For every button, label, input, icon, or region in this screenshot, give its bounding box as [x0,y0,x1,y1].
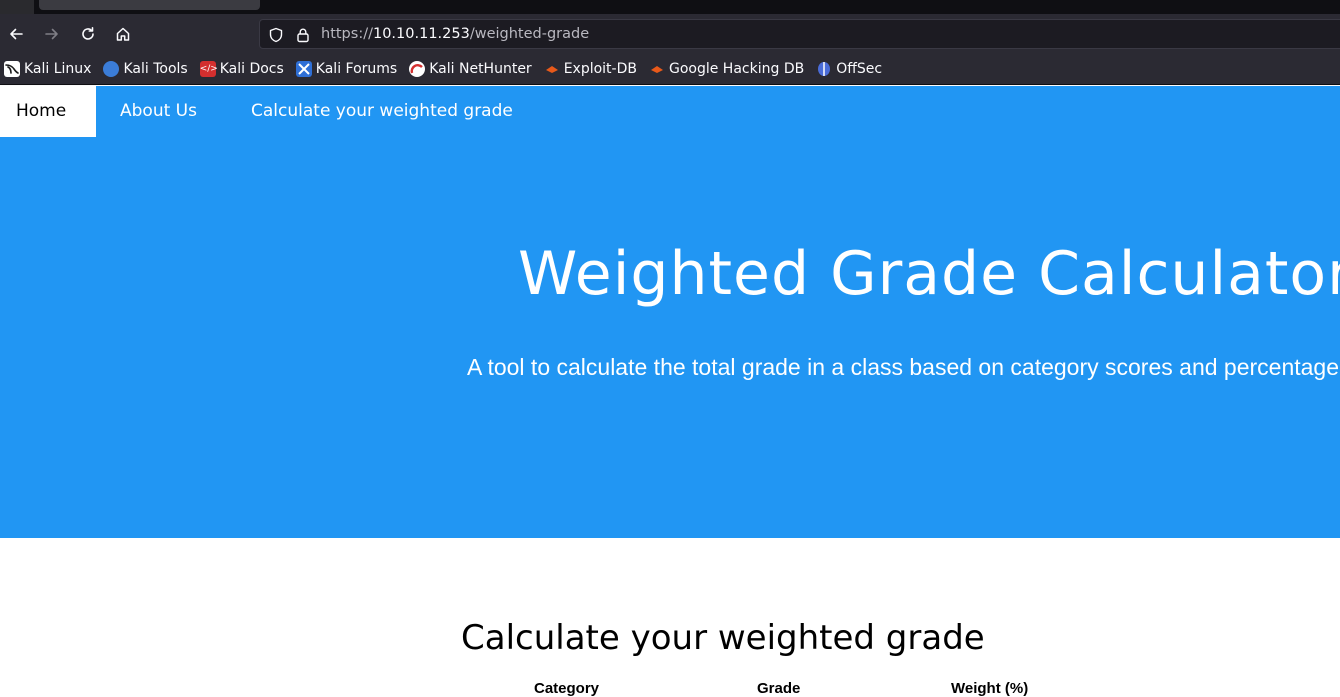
back-button[interactable] [3,21,29,47]
forward-button[interactable] [39,21,65,47]
bookmark-label: Kali NetHunter [429,61,532,77]
bookmark-kali-forums[interactable]: Kali Forums [295,61,398,77]
bookmark-exploit-db[interactable]: Exploit-DB [544,61,637,77]
bookmark-kali-linux[interactable]: Kali Linux [4,61,91,77]
home-icon [116,27,130,41]
bookmarks-toolbar: Kali Linux Kali Tools </> Kali Docs Kali… [0,54,1340,85]
bookmark-label: Kali Forums [315,61,398,77]
exploit-db-icon [544,61,560,77]
url-text[interactable]: https://10.10.11.253/weighted-grade [321,26,589,42]
browser-tab-active[interactable] [39,0,260,10]
bookmark-label: Kali Docs [219,61,284,77]
column-header-grade: Grade [757,680,801,697]
reload-icon [82,27,94,40]
lock-icon[interactable] [294,26,312,44]
url-host: 10.10.11.253 [372,26,470,42]
bookmark-google-hacking-db[interactable]: Google Hacking DB [649,61,804,77]
reload-button[interactable] [75,21,101,47]
url-path: /weighted-grade [469,26,590,42]
bookmark-label: Google Hacking DB [668,61,805,77]
bookmark-kali-docs[interactable]: </> Kali Docs [199,61,284,77]
site-nav: Home About Us Calculate your weighted gr… [0,86,1340,137]
calculator-title: Calculate your weighted grade [461,618,985,658]
kali-forums-icon [295,61,312,77]
kali-nethunter-icon [409,61,426,77]
arrow-left-icon [10,28,23,40]
nav-calculate-grade[interactable]: Calculate your weighted grade [235,86,529,137]
browser-tab-strip [0,0,1340,14]
bookmark-kali-nethunter[interactable]: Kali NetHunter [409,61,532,77]
home-button[interactable] [110,21,136,47]
kali-dragon-icon [4,61,20,77]
browser-toolbar: https://10.10.11.253/weighted-grade [0,14,1340,54]
bookmark-kali-tools[interactable]: Kali Tools [103,61,188,77]
bookmark-label: OffSec [836,61,883,77]
hero-title: Weighted Grade Calculator [518,239,1340,309]
arrow-right-icon [45,28,58,40]
column-header-weight: Weight (%) [951,680,1029,697]
shield-icon[interactable] [267,26,285,44]
url-prefix: https:// [321,26,373,42]
browser-tab-inactive[interactable] [0,0,34,14]
column-header-category: Category [534,680,600,697]
bookmark-offsec[interactable]: OffSec [816,61,882,77]
bookmark-label: Exploit-DB [563,61,637,77]
bookmark-label: Kali Linux [24,61,92,77]
address-bar[interactable]: https://10.10.11.253/weighted-grade [259,19,1340,49]
hero-banner: Weighted Grade Calculator A tool to calc… [0,137,1340,538]
offsec-icon [816,61,832,77]
ghdb-icon [649,61,665,77]
kali-tools-icon [103,61,120,77]
nav-home[interactable]: Home [0,86,96,137]
kali-docs-icon: </> [199,61,218,77]
nav-about-us[interactable]: About Us [104,86,213,137]
bookmark-label: Kali Tools [123,61,188,77]
hero-subtitle: A tool to calculate the total grade in a… [467,354,1340,380]
